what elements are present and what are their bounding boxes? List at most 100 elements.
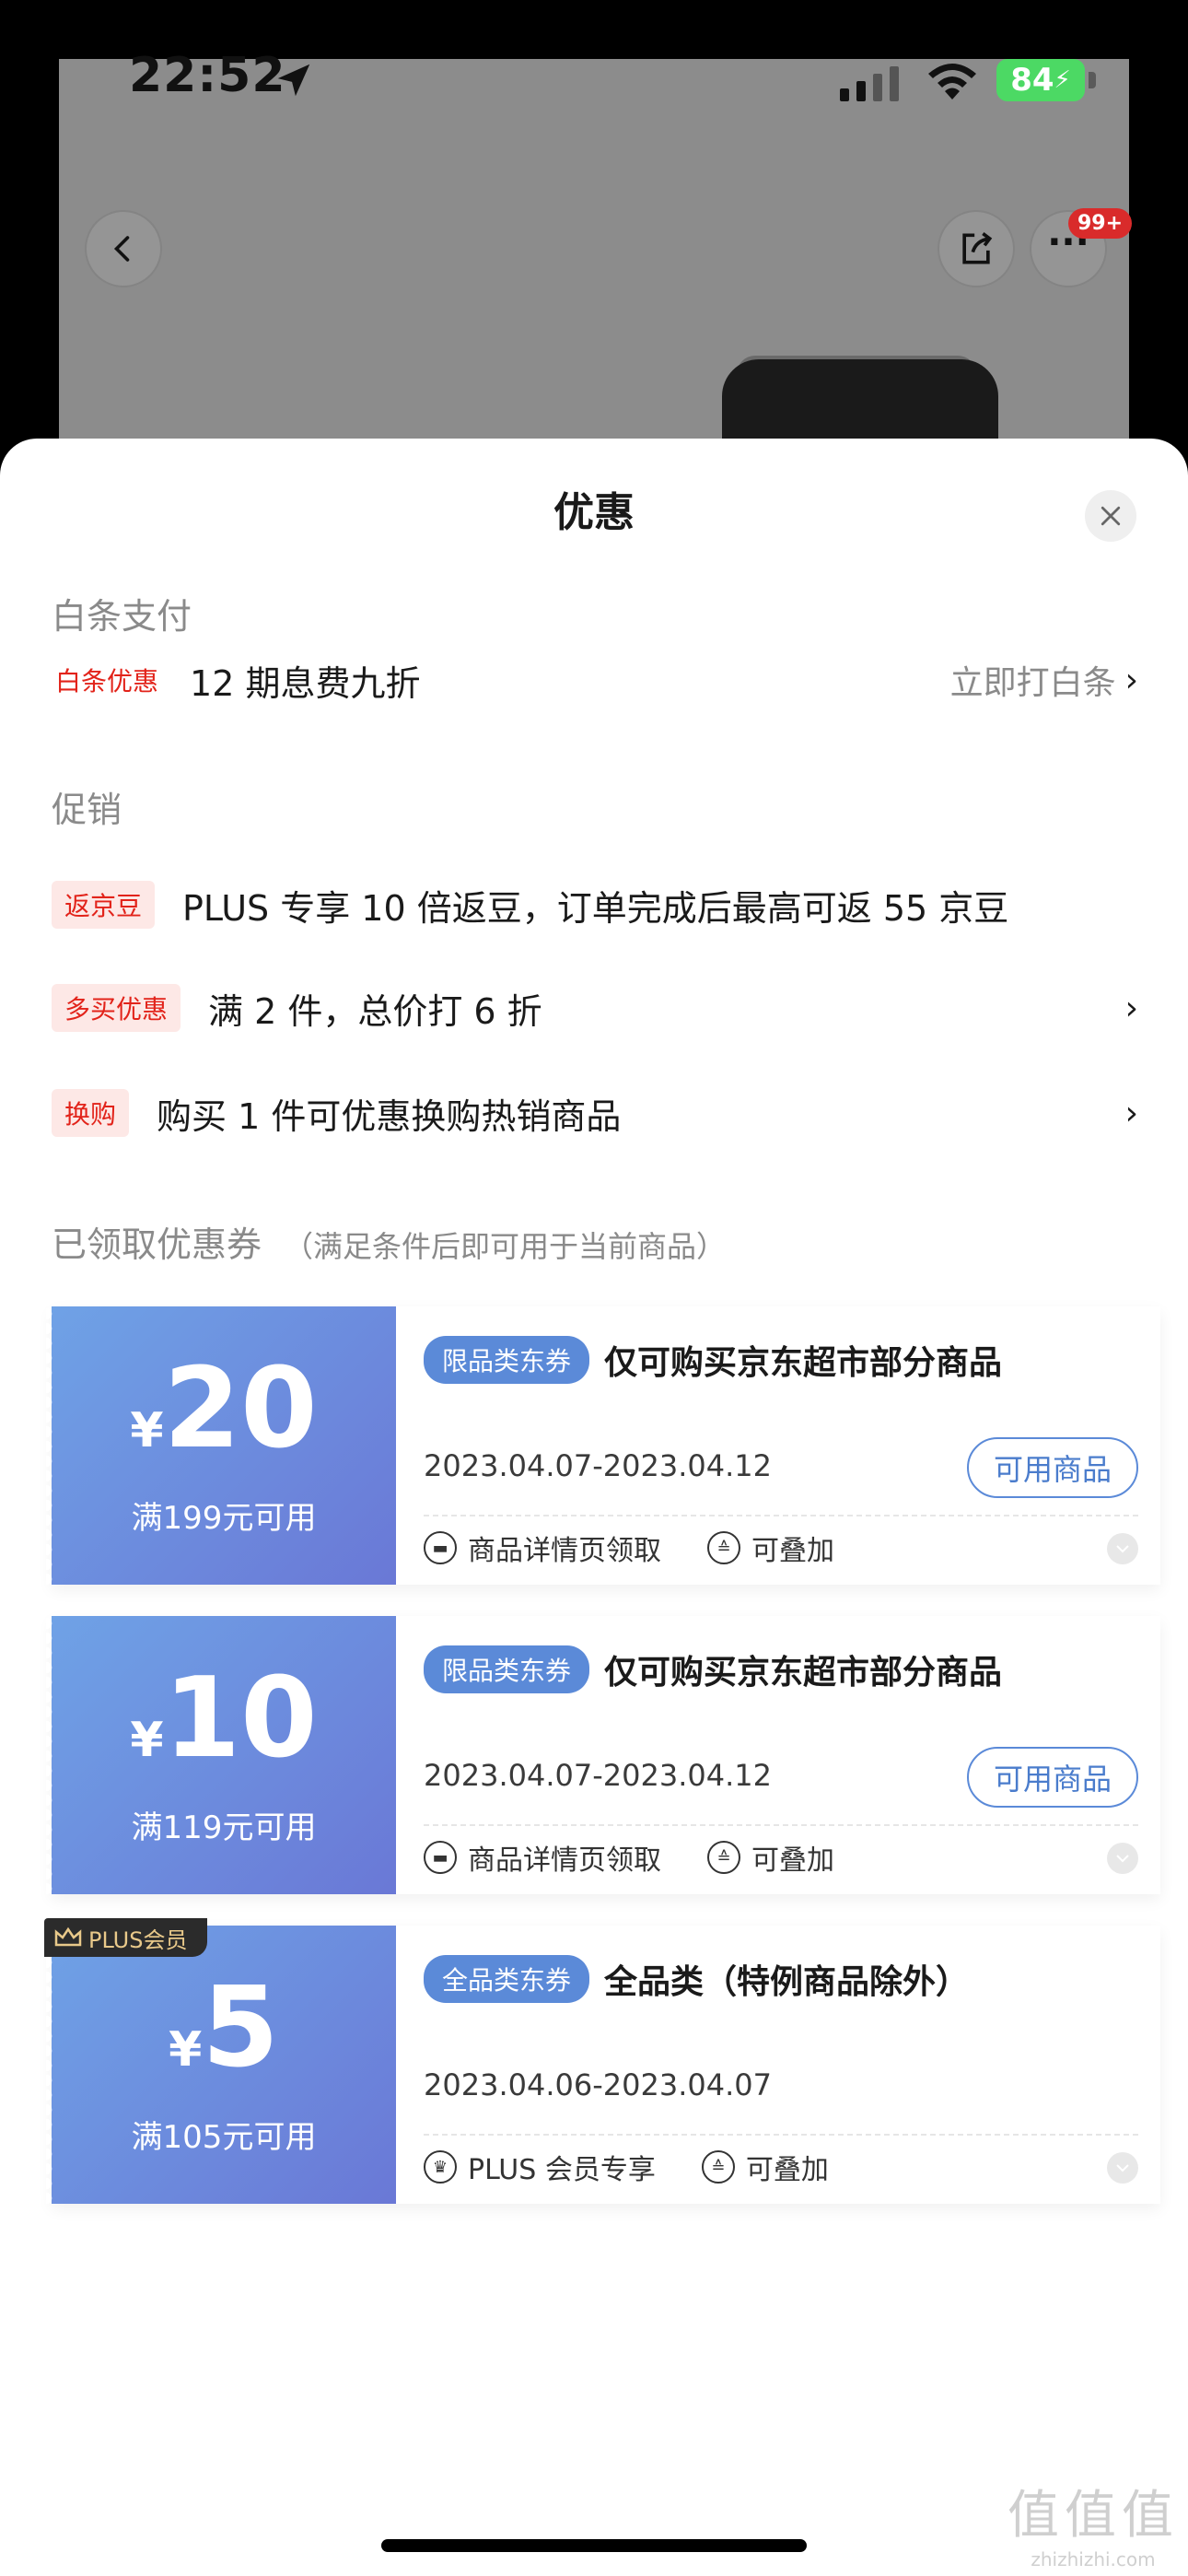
coupon-details: 全品类东券 全品类（特例商品除外） 2023.04.06-2023.04.07 …: [424, 1926, 1160, 2204]
crown-icon: [54, 1926, 82, 1947]
chevron-left-icon: [113, 236, 130, 262]
coupon-condition: 满119元可用: [131, 1809, 317, 1846]
baitiao-row[interactable]: 白条优惠 12 期息费九折 立即打白条 ›: [52, 652, 1138, 708]
coupon-date-range: 2023.04.07-2023.04.12: [424, 1448, 772, 1483]
promo-tag: 返京豆: [52, 881, 156, 929]
available-products-button[interactable]: 可用商品: [967, 1747, 1138, 1808]
coupon-stackable: 可叠加: [751, 1844, 834, 1877]
coupon-type-tag: 限品类东券: [424, 1336, 590, 1384]
close-button[interactable]: [1085, 490, 1136, 542]
expand-button[interactable]: [1107, 1843, 1138, 1874]
wifi-icon: [928, 64, 976, 100]
watermark-url: zhizhizhi.com: [1031, 2548, 1156, 2570]
battery-level: 84: [1010, 62, 1054, 99]
stack-icon: ≙: [701, 2150, 735, 2184]
coupon-card: ¥20 满199元可用 限品类东券 仅可购买京东超市部分商品 2023.04.0…: [46, 1306, 1160, 1585]
chevron-right-icon: ›: [1124, 661, 1138, 699]
chevron-down-icon: [1116, 1545, 1129, 1553]
coupon-type: 限品类东券 仅可购买京东超市部分商品: [424, 1336, 1002, 1384]
coupon-type-tag: 限品类东券: [424, 1645, 590, 1693]
coupon-condition: 满105元可用: [131, 2119, 317, 2156]
share-button[interactable]: [938, 210, 1015, 287]
coupons-title: 已领取优惠券: [52, 1224, 262, 1265]
cellular-signal-icon: [840, 66, 899, 101]
coupon-meta: ▬ 商品详情页领取 ≙ 可叠加: [424, 1837, 834, 1878]
battery-cap: [1089, 72, 1096, 88]
close-icon: [1101, 506, 1121, 526]
coupon-condition: 满199元可用: [131, 1500, 317, 1537]
coupon-type-tag: 全品类东券: [424, 1955, 590, 2003]
coupon-amount-value: 10: [163, 1655, 318, 1783]
watermark-logo: 值值值: [1007, 2486, 1179, 2546]
coupon-amount: ¥5: [52, 1973, 396, 2084]
promo-item-jingdou: 返京豆 PLUS 专享 10 倍返豆，订单完成后最高可返 55 京豆: [52, 877, 1138, 932]
status-bar: 22:52 84 ⚡: [0, 0, 1188, 147]
location-arrow-icon: [277, 64, 310, 97]
coupon-type: 全品类东券 全品类（特例商品除外）: [424, 1955, 969, 2003]
coupon-description: 全品类（特例商品除外）: [604, 1963, 970, 2001]
back-button[interactable]: [85, 210, 162, 287]
promo-text: 满 2 件，总价打 6 折: [208, 990, 542, 1032]
watermark: 值值值 zhizhizhi.com: [1007, 2474, 1179, 2570]
chevron-down-icon: [1116, 2164, 1129, 2172]
promo-item-tradein[interactable]: 换购 购买 1 件可优惠换购热销商品 ›: [52, 1085, 1138, 1141]
coupons-subtitle: （满足条件后即可用于当前商品）: [284, 1229, 727, 1264]
coupon-card: ¥5 满105元可用 PLUS会员 全品类东券 全品类（特例商品除外） 2023…: [44, 1918, 1160, 2204]
coupon-description: 仅可购买京东超市部分商品: [604, 1654, 1003, 1692]
coupon-details: 限品类东券 仅可购买京东超市部分商品 2023.04.07-2023.04.12…: [424, 1306, 1160, 1585]
currency-symbol: ¥: [130, 1403, 164, 1458]
coupon-value-panel: ¥20 满199元可用: [46, 1306, 396, 1585]
coupon-amount-value: 5: [202, 1964, 279, 2092]
coupon-amount: ¥20: [52, 1354, 396, 1465]
coupon-divider: [424, 1515, 1138, 1516]
coupon-source: 商品详情页领取: [468, 1535, 661, 1567]
coupon-stackable: 可叠加: [751, 1535, 834, 1567]
promo-item-multibuy[interactable]: 多买优惠 满 2 件，总价打 6 折 ›: [52, 980, 1138, 1036]
promo-text: PLUS 专享 10 倍返豆，订单完成后最高可返 55 京豆: [182, 887, 1009, 929]
stack-icon: ≙: [707, 1841, 740, 1874]
plus-badge-label: PLUS会员: [88, 1926, 188, 1953]
coupon-value-panel: ¥5 满105元可用: [46, 1926, 396, 2204]
baitiao-action[interactable]: 立即打白条 ›: [950, 656, 1138, 704]
battery-indicator: 84 ⚡: [996, 59, 1085, 101]
available-products-button[interactable]: 可用商品: [967, 1437, 1138, 1498]
coupon-stackable: 可叠加: [745, 2154, 829, 2186]
expand-button[interactable]: [1107, 1533, 1138, 1564]
status-time: 22:52: [129, 48, 286, 103]
chevron-down-icon: [1116, 1855, 1129, 1863]
coupon-divider: [424, 2134, 1138, 2136]
promo-tag: 多买优惠: [52, 984, 181, 1032]
baitiao-section-label: 白条支付: [52, 596, 192, 637]
coupons-header: 已领取优惠券 （满足条件后即可用于当前商品）: [52, 1216, 726, 1267]
coupon-amount: ¥10: [52, 1664, 396, 1774]
crown-icon: ♛: [424, 2150, 457, 2184]
coupon-value-panel: ¥10 满119元可用: [46, 1616, 396, 1894]
coupon-type: 限品类东券 仅可购买京东超市部分商品: [424, 1645, 1002, 1693]
coupon-amount-value: 20: [163, 1345, 318, 1473]
share-icon: [962, 232, 993, 264]
coupon-meta: ♛ PLUS 会员专享 ≙ 可叠加: [424, 2147, 829, 2187]
baitiao-tag: 白条优惠: [55, 666, 159, 697]
baitiao-text: 12 期息费九折: [190, 662, 421, 704]
coupon-details: 限品类东券 仅可购买京东超市部分商品 2023.04.07-2023.04.12…: [424, 1616, 1160, 1894]
promo-text: 购买 1 件可优惠换购热销商品: [157, 1095, 622, 1137]
chevron-right-icon: ›: [1124, 989, 1138, 1027]
coupon-date-range: 2023.04.07-2023.04.12: [424, 1758, 772, 1793]
coupon-source: 商品详情页领取: [468, 1844, 661, 1877]
baitiao-action-label: 立即打白条: [949, 664, 1116, 702]
chevron-right-icon: ›: [1124, 1094, 1138, 1132]
coupon-divider: [424, 1824, 1138, 1826]
promo-section-label: 促销: [52, 790, 122, 830]
plus-member-badge: PLUS会员: [44, 1918, 208, 1957]
ticket-icon: ▬: [424, 1841, 457, 1874]
home-indicator[interactable]: [381, 2539, 807, 2552]
currency-symbol: ¥: [130, 1713, 164, 1768]
offers-sheet: 优惠 白条支付 白条优惠 12 期息费九折 立即打白条 › 促销 返京豆 PLUS…: [0, 439, 1188, 2576]
coupon-meta: ▬ 商品详情页领取 ≙ 可叠加: [424, 1528, 834, 1568]
notification-badge: 99+: [1068, 208, 1133, 239]
expand-button[interactable]: [1107, 2152, 1138, 2184]
coupon-description: 仅可购买京东超市部分商品: [604, 1344, 1003, 1382]
currency-symbol: ¥: [169, 2022, 203, 2078]
charging-bolt-icon: ⚡: [1054, 66, 1071, 94]
coupon-date-range: 2023.04.06-2023.04.07: [424, 2067, 772, 2102]
